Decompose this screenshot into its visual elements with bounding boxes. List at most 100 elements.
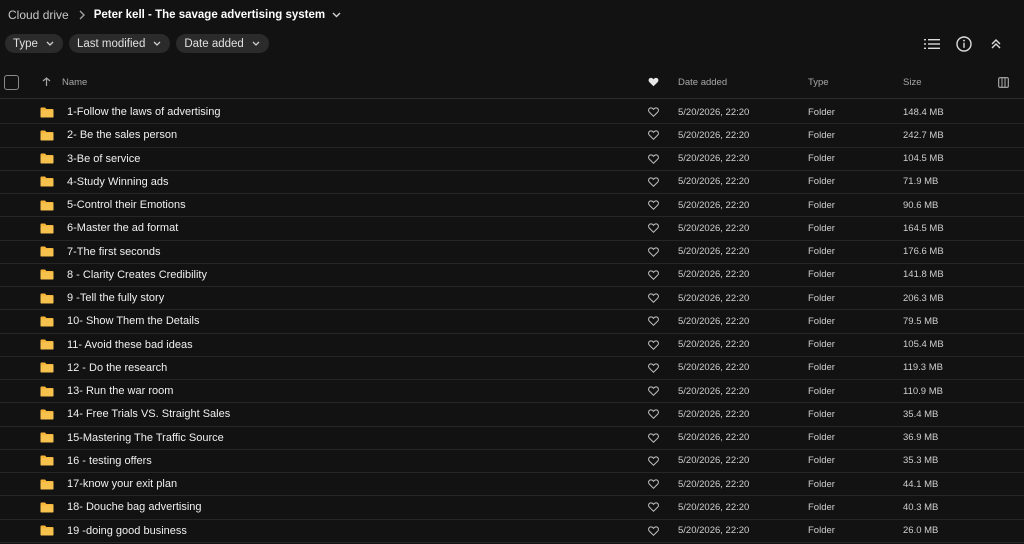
heart-outline-icon[interactable]	[648, 334, 659, 356]
folder-icon	[40, 241, 54, 263]
file-name[interactable]: 16 - testing offers	[67, 450, 152, 472]
heart-outline-icon[interactable]	[648, 520, 659, 542]
columns-settings-icon[interactable]	[998, 65, 1009, 99]
table-row[interactable]: 7-The first seconds 5/20/2026, 22:20 Fol…	[0, 241, 1024, 264]
file-type: Folder	[808, 106, 835, 118]
heart-outline-icon[interactable]	[648, 380, 659, 402]
column-header-size[interactable]: Size	[903, 65, 921, 99]
file-size: 148.4 MB	[903, 106, 944, 118]
file-name[interactable]: 13- Run the war room	[67, 380, 173, 402]
file-name[interactable]: 11- Avoid these bad ideas	[67, 334, 193, 356]
table-row[interactable]: 17-know your exit plan 5/20/2026, 22:20 …	[0, 473, 1024, 497]
column-header-date-added[interactable]: Date added	[678, 65, 727, 99]
file-type: Folder	[808, 408, 835, 420]
file-name[interactable]: 4-Study Winning ads	[67, 171, 169, 193]
heart-outline-icon[interactable]	[648, 473, 659, 495]
file-name[interactable]: 7-The first seconds	[67, 241, 161, 263]
file-name[interactable]: 2- Be the sales person	[67, 124, 177, 146]
file-name[interactable]: 14- Free Trials VS. Straight Sales	[67, 403, 230, 425]
file-type: Folder	[808, 362, 835, 374]
file-name[interactable]: 3-Be of service	[67, 148, 140, 170]
folder-icon	[40, 124, 54, 146]
heart-outline-icon[interactable]	[648, 496, 659, 518]
collapse-icon[interactable]	[986, 34, 1006, 54]
file-name[interactable]: 1-Follow the laws of advertising	[67, 101, 220, 123]
table-row[interactable]: 5-Control their Emotions 5/20/2026, 22:2…	[0, 194, 1024, 218]
file-size: 105.4 MB	[903, 339, 944, 350]
table-row[interactable]: 10- Show Them the Details 5/20/2026, 22:…	[0, 310, 1024, 334]
file-size: 104.5 MB	[903, 153, 944, 164]
file-date-added: 5/20/2026, 22:20	[678, 222, 750, 234]
table-row[interactable]: 15-Mastering The Traffic Source 5/20/202…	[0, 427, 1024, 450]
filter-label: Type	[13, 37, 38, 50]
chevron-right-icon	[79, 10, 85, 20]
file-name[interactable]: 18- Douche bag advertising	[67, 496, 202, 518]
file-name[interactable]: 8 - Clarity Creates Credibility	[67, 264, 207, 286]
info-icon[interactable]	[954, 34, 974, 54]
table-row[interactable]: 4-Study Winning ads 5/20/2026, 22:20 Fol…	[0, 171, 1024, 194]
heart-outline-icon[interactable]	[648, 217, 659, 239]
heart-outline-icon[interactable]	[648, 241, 659, 263]
file-type: Folder	[808, 199, 835, 211]
heart-outline-icon[interactable]	[648, 310, 659, 332]
file-date-added: 5/20/2026, 22:20	[678, 292, 750, 304]
table-row[interactable]: 11- Avoid these bad ideas 5/20/2026, 22:…	[0, 334, 1024, 357]
heart-outline-icon[interactable]	[648, 148, 659, 170]
table-row[interactable]: 14- Free Trials VS. Straight Sales 5/20/…	[0, 403, 1024, 427]
file-name[interactable]: 9 -Tell the fully story	[67, 287, 164, 309]
file-name[interactable]: 10- Show Them the Details	[67, 310, 199, 332]
chevron-down-icon[interactable]	[332, 12, 341, 18]
file-size: 71.9 MB	[903, 176, 939, 188]
file-size: 26.0 MB	[903, 525, 939, 536]
file-name[interactable]: 17-know your exit plan	[67, 473, 177, 495]
heart-outline-icon[interactable]	[648, 264, 659, 286]
table-row[interactable]: 16 - testing offers 5/20/2026, 22:20 Fol…	[0, 450, 1024, 473]
breadcrumb-current[interactable]: Peter kell - The savage advertising syst…	[94, 9, 325, 21]
list-view-icon[interactable]	[922, 34, 942, 54]
heart-outline-icon[interactable]	[648, 427, 659, 449]
table-row[interactable]: 3-Be of service 5/20/2026, 22:20 Folder …	[0, 148, 1024, 171]
heart-outline-icon[interactable]	[648, 287, 659, 309]
heart-filled-icon[interactable]	[648, 65, 659, 99]
file-type: Folder	[808, 385, 835, 397]
filter-date-added[interactable]: Date added	[176, 34, 269, 53]
file-name[interactable]: 19 -doing good business	[67, 520, 187, 542]
breadcrumb-root[interactable]: Cloud drive	[8, 8, 69, 22]
table-row[interactable]: 1-Follow the laws of advertising 5/20/20…	[0, 101, 1024, 125]
file-name[interactable]: 15-Mastering The Traffic Source	[67, 427, 224, 449]
select-all-checkbox[interactable]	[4, 65, 19, 99]
file-name[interactable]: 6-Master the ad format	[67, 217, 178, 239]
file-size: 40.3 MB	[903, 501, 939, 513]
breadcrumb: Cloud drive Peter kell - The savage adve…	[8, 6, 341, 24]
file-date-added: 5/20/2026, 22:20	[678, 339, 750, 350]
sort-arrow-up-icon[interactable]	[42, 65, 51, 99]
heart-outline-icon[interactable]	[648, 101, 659, 123]
heart-outline-icon[interactable]	[648, 403, 659, 425]
filter-last-modified[interactable]: Last modified	[68, 34, 171, 53]
file-date-added: 5/20/2026, 22:20	[678, 408, 750, 420]
table-row[interactable]: 13- Run the war room 5/20/2026, 22:20 Fo…	[0, 380, 1024, 404]
filter-type[interactable]: Type	[5, 34, 63, 53]
column-header-name[interactable]: Name	[62, 65, 87, 99]
heart-outline-icon[interactable]	[648, 124, 659, 146]
file-date-added: 5/20/2026, 22:20	[678, 153, 750, 164]
file-size: 44.1 MB	[903, 478, 939, 490]
file-name[interactable]: 5-Control their Emotions	[67, 194, 186, 216]
folder-icon	[40, 287, 54, 309]
file-size: 36.9 MB	[903, 432, 939, 443]
table-row[interactable]: 12 - Do the research 5/20/2026, 22:20 Fo…	[0, 357, 1024, 380]
heart-outline-icon[interactable]	[648, 357, 659, 379]
heart-outline-icon[interactable]	[648, 171, 659, 193]
table-row[interactable]: 19 -doing good business 5/20/2026, 22:20…	[0, 520, 1024, 543]
folder-icon	[40, 101, 54, 123]
table-row[interactable]: 6-Master the ad format 5/20/2026, 22:20 …	[0, 217, 1024, 241]
heart-outline-icon[interactable]	[648, 450, 659, 472]
file-size: 164.5 MB	[903, 222, 944, 234]
column-header-type[interactable]: Type	[808, 65, 829, 99]
table-row[interactable]: 8 - Clarity Creates Credibility 5/20/202…	[0, 264, 1024, 287]
table-row[interactable]: 9 -Tell the fully story 5/20/2026, 22:20…	[0, 287, 1024, 311]
file-name[interactable]: 12 - Do the research	[67, 357, 167, 379]
table-row[interactable]: 18- Douche bag advertising 5/20/2026, 22…	[0, 496, 1024, 520]
heart-outline-icon[interactable]	[648, 194, 659, 216]
table-row[interactable]: 2- Be the sales person 5/20/2026, 22:20 …	[0, 124, 1024, 148]
